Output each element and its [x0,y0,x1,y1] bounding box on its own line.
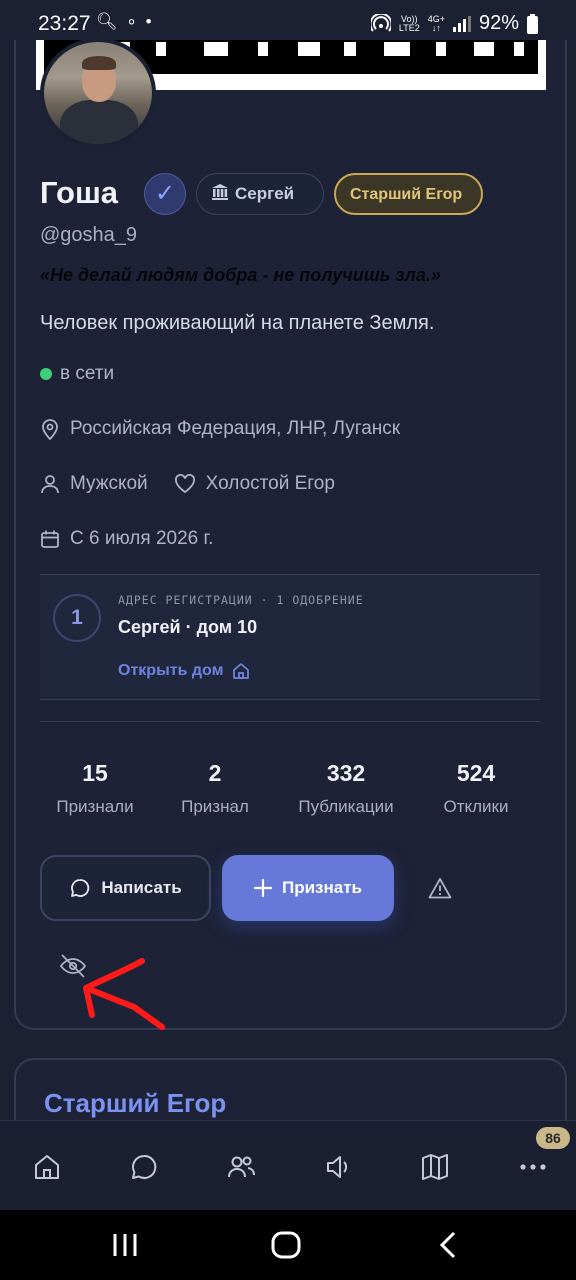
report-button[interactable] [424,872,456,904]
network-indicator: 4G+ ↓↑ [427,13,445,33]
clock: 23:27 [38,12,91,35]
since-row: С 6 июля 2026 г. [40,528,213,550]
stat-label: Признал [181,797,249,816]
nav-map-icon[interactable] [417,1149,453,1185]
nav-chat-icon[interactable] [126,1149,162,1185]
notification-icons: 🔍︎ ∘ • [96,12,154,31]
heart-icon [174,474,195,494]
status-right: Vo)) LTE2 4G+ ↓↑ 92% [370,12,538,35]
recent-apps-icon[interactable] [110,1230,140,1265]
open-house-label: Открыть дом [118,662,224,679]
house-icon [233,663,250,679]
registration-address: Сергей · дом 10 [118,617,258,637]
online-status-label: в сети [60,363,115,384]
stat-label: Публикации [298,797,394,816]
profile-name: Гоша [40,175,119,210]
city-pill-label: Сергей [235,184,295,203]
rank-section-title: Старший Егор [44,1088,227,1118]
stat-value: 332 [326,760,366,786]
stat-publications[interactable]: 332 Публикации [286,760,406,817]
battery-percent: 92% [478,12,519,34]
home-icon[interactable] [270,1230,302,1265]
gender-label: Мужской [70,473,148,494]
more-badge: 86 [536,1127,570,1149]
registration-box: 1 АДРЕС РЕГИСТРАЦИИ · 1 ОДОБРЕНИЕ Сергей… [40,574,540,700]
location-label: Российская Федерация, ЛНР, Луганск [70,418,401,439]
write-message-button[interactable]: Написать [40,855,211,921]
hotspot-icon [370,13,391,32]
stat-label: Отклики [443,797,509,816]
battery-icon [527,13,538,34]
avatar[interactable] [40,38,156,148]
profile-quote: «Не делай людям добра - не получишь зла.… [40,265,441,285]
stat-value: 524 [456,760,496,786]
acknowledge-label: Признать [281,878,362,897]
registration-caption: АДРЕС РЕГИСТРАЦИИ · 1 ОДОБРЕНИЕ [118,593,364,607]
profile-bio: Человек проживающий на планете Земля. [40,312,435,334]
chat-bubble-icon [71,879,90,897]
user-icon [41,475,59,494]
stat-value: 15 [82,760,108,786]
plus-icon [253,879,272,897]
avatar-photo [44,42,152,144]
signal-icon [452,15,471,32]
write-message-label: Написать [101,878,182,897]
back-icon[interactable] [434,1230,464,1265]
stat-acknowledged-by[interactable]: 15 Признали [35,760,155,817]
relationship-label: Холостой Егор [205,473,335,494]
calendar-icon [41,530,59,548]
verified-icon: ✓ [144,173,186,215]
system-nav-bar [0,1210,576,1280]
nav-home-icon[interactable] [29,1149,65,1185]
stat-acknowledged[interactable]: 2 Признал [155,760,275,817]
open-house-link[interactable]: Открыть дом [118,661,251,681]
rank-pill[interactable]: Старший Егор [334,173,483,215]
personal-row: Мужской Холостой Егор [40,473,335,495]
online-dot-icon [40,368,52,380]
acknowledge-button[interactable]: Признать [222,855,394,921]
volte-indicator: Vo)) LTE2 [398,13,420,33]
online-status: в сети [40,363,114,385]
location-row: Российская Федерация, ЛНР, Луганск [40,418,400,440]
location-pin-icon [42,419,58,440]
since-label: С 6 июля 2026 г. [70,528,214,549]
stat-label: Признали [56,797,134,816]
nav-sound-icon[interactable] [320,1149,356,1185]
profile-handle: @gosha_9 [40,224,138,246]
bottom-nav [0,1120,576,1210]
nav-people-icon[interactable] [223,1149,259,1185]
stat-value: 2 [208,760,222,786]
city-pill[interactable]: Сергей [196,173,324,215]
divider [40,721,540,722]
red-arrow-annotation [70,955,180,1040]
approval-count: 1 [53,594,101,642]
stat-responses[interactable]: 524 Отклики [416,760,536,817]
warning-icon [428,878,452,899]
nav-more-icon[interactable] [515,1149,551,1185]
bank-icon [212,184,228,200]
